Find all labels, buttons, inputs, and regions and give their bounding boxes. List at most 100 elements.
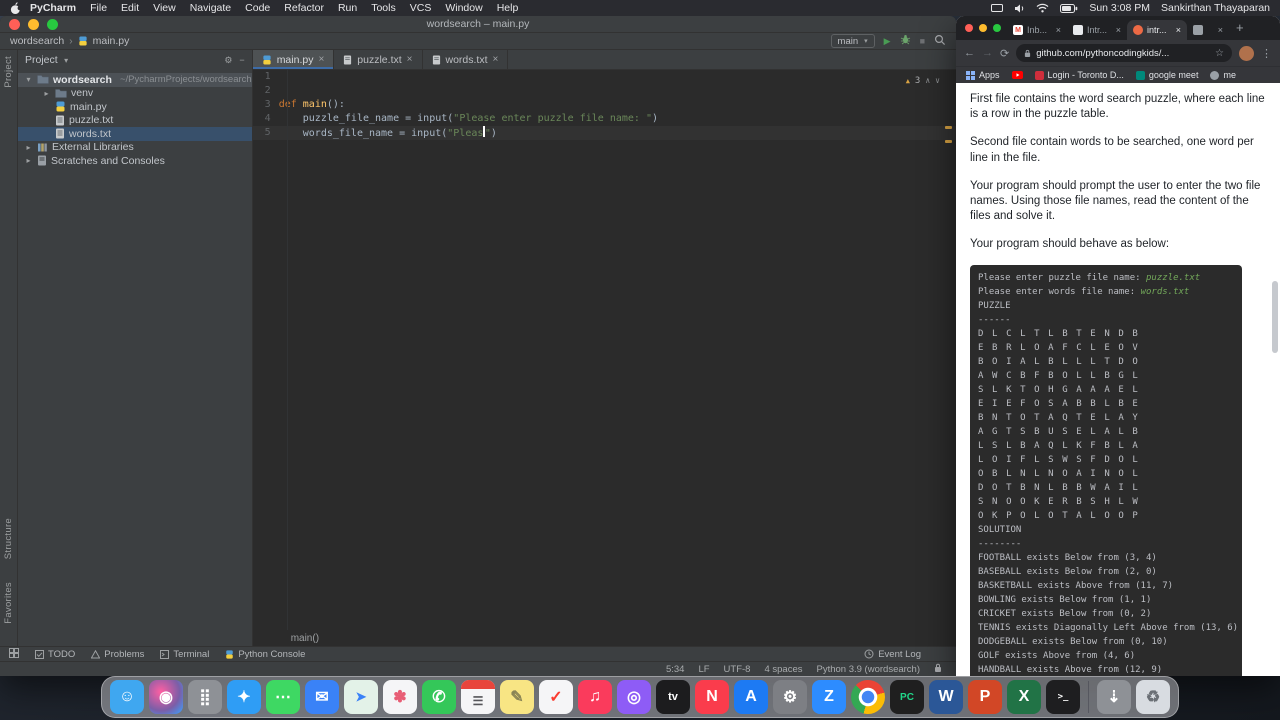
close-tab-icon[interactable]: × xyxy=(1056,25,1061,35)
breadcrumb-project[interactable]: wordsearch xyxy=(10,35,64,47)
close-window-button[interactable] xyxy=(965,24,973,32)
menubar-clock[interactable]: Sun 3:08 PM xyxy=(1089,2,1150,14)
caret-position[interactable]: 5:34 xyxy=(666,664,685,675)
tool-window-switcher-icon[interactable] xyxy=(9,647,19,661)
dock-icon-mail[interactable]: ✉ xyxy=(305,680,339,714)
address-bar[interactable]: github.com/pythoncodingkids/... ☆ xyxy=(1016,44,1232,62)
close-tab-icon[interactable]: × xyxy=(1116,25,1121,35)
page-content[interactable]: First file contains the word search puzz… xyxy=(956,83,1280,676)
run-button[interactable]: ▶ xyxy=(884,36,891,47)
browser-tab-2[interactable]: Intr... × xyxy=(1067,20,1127,40)
wifi-icon[interactable] xyxy=(1036,3,1049,13)
editor-tab-words-txt[interactable]: words.txt × xyxy=(423,50,509,69)
menubar-menu-item[interactable]: Code xyxy=(238,2,277,14)
close-tab-icon[interactable]: × xyxy=(493,54,499,65)
forward-button[interactable]: → xyxy=(982,47,993,59)
dock-icon-reminders[interactable]: ✓ xyxy=(539,680,573,714)
python-interpreter[interactable]: Python 3.9 (wordsearch) xyxy=(817,664,921,675)
dock-icon-finder[interactable]: ☺ xyxy=(110,680,144,714)
dock-icon-calendar[interactable]: ☰ xyxy=(461,680,495,714)
tree-item-external-libraries[interactable]: ▸ External Libraries xyxy=(18,141,252,155)
lock-icon[interactable] xyxy=(934,663,942,676)
close-tab-icon[interactable]: × xyxy=(1176,25,1181,35)
project-panel-title[interactable]: Project xyxy=(25,54,58,66)
dock-icon-messages[interactable]: ⋯ xyxy=(266,680,300,714)
dock-icon-photos[interactable]: ✽ xyxy=(383,680,417,714)
pycharm-titlebar[interactable]: wordsearch – main.py xyxy=(0,16,956,33)
dock-icon-pycharm[interactable]: PC xyxy=(890,680,924,714)
battery-icon[interactable] xyxy=(1060,3,1078,13)
breadcrumb-file[interactable]: main.py xyxy=(93,35,130,47)
dock-icon-news[interactable]: N xyxy=(695,680,729,714)
search-everywhere-button[interactable] xyxy=(934,34,946,49)
dock-icon-tv[interactable]: tv xyxy=(656,680,690,714)
tool-button-todo[interactable]: TODO xyxy=(35,649,75,660)
close-tab-icon[interactable]: × xyxy=(318,54,324,65)
tree-item-puzzle-txt[interactable]: puzzle.txt xyxy=(18,114,252,128)
bookmark-apps[interactable]: Apps xyxy=(966,70,1000,80)
display-icon[interactable] xyxy=(991,3,1004,13)
caret-down-icon[interactable]: ▾ xyxy=(62,56,71,65)
file-encoding[interactable]: UTF-8 xyxy=(724,664,751,675)
dock-icon-launchpad[interactable]: ⣿ xyxy=(188,680,222,714)
menubar-menu-item[interactable]: Refactor xyxy=(277,2,331,14)
hide-panel-icon[interactable]: − xyxy=(239,55,244,66)
fullscreen-window-button[interactable] xyxy=(993,24,1001,32)
browser-tab-active[interactable]: intr... × xyxy=(1127,20,1187,40)
profile-avatar[interactable] xyxy=(1239,45,1254,61)
dock-icon-safari[interactable]: ✦ xyxy=(227,680,261,714)
menubar-menu-item[interactable]: PyCharm xyxy=(23,2,83,14)
dock-icon-downloads[interactable]: ⇣ xyxy=(1097,680,1131,714)
tree-item-venv[interactable]: ▸ venv xyxy=(18,87,252,101)
reload-button[interactable]: ⟳ xyxy=(1000,47,1009,60)
run-configuration-selector[interactable]: main ▾ xyxy=(830,34,875,48)
menubar-menu-item[interactable]: Help xyxy=(490,2,526,14)
indent-style[interactable]: 4 spaces xyxy=(764,664,802,675)
menubar-menu-item[interactable]: Navigate xyxy=(183,2,238,14)
scrollbar-thumb[interactable] xyxy=(1272,281,1278,353)
new-tab-button[interactable]: + xyxy=(1236,20,1244,35)
menubar-user-name[interactable]: Sankirthan Thayaparan xyxy=(1161,2,1270,14)
close-window-button[interactable] xyxy=(9,18,20,30)
menubar-menu-item[interactable]: VCS xyxy=(403,2,439,14)
dock-icon-word[interactable]: W xyxy=(929,680,963,714)
browser-tab-4[interactable]: × xyxy=(1187,20,1229,40)
editor-tab-puzzle-txt[interactable]: puzzle.txt × xyxy=(334,50,423,69)
tree-item-scratches[interactable]: ▸ Scratches and Consoles xyxy=(18,154,252,168)
tool-button-problems[interactable]: Problems xyxy=(91,649,144,660)
caret-right-icon[interactable]: ▸ xyxy=(24,156,33,165)
menubar-menu-item[interactable]: Window xyxy=(438,2,489,14)
volume-icon[interactable] xyxy=(1014,4,1025,13)
browser-tab-inbox[interactable]: M Inb... × xyxy=(1007,20,1067,40)
apple-menu-icon[interactable] xyxy=(10,1,21,15)
bookmark-me[interactable]: me xyxy=(1210,70,1236,80)
minimize-window-button[interactable] xyxy=(28,18,39,30)
tool-button-terminal[interactable]: Terminal xyxy=(160,649,209,660)
dock-icon-zoom[interactable]: Z xyxy=(812,680,846,714)
close-tab-icon[interactable]: × xyxy=(1218,25,1223,35)
dock-icon-trash[interactable]: ♻ xyxy=(1136,680,1170,714)
bookmark-star-icon[interactable]: ☆ xyxy=(1215,48,1224,59)
dock-icon-terminal[interactable]: >_ xyxy=(1046,680,1080,714)
event-log-button[interactable]: Event Log xyxy=(864,649,921,660)
tree-item-words-txt[interactable]: words.txt xyxy=(18,127,252,141)
chrome-menu-icon[interactable]: ⋮ xyxy=(1261,47,1272,60)
caret-right-icon[interactable]: ▸ xyxy=(42,89,51,98)
menubar-menu-item[interactable]: Run xyxy=(331,2,364,14)
menubar-menu-item[interactable]: File xyxy=(83,2,114,14)
dock-icon-music[interactable]: ♫ xyxy=(578,680,612,714)
dock-icon-app-store[interactable]: A xyxy=(734,680,768,714)
bookmark-youtube[interactable] xyxy=(1011,71,1023,79)
gear-icon[interactable]: ⚙ xyxy=(224,55,232,66)
close-tab-icon[interactable]: × xyxy=(407,54,413,65)
stripe-tab-structure[interactable]: Structure xyxy=(3,518,14,559)
tree-item-wordsearch-root[interactable]: ▾ wordsearch ~/PycharmProjects/wordsearc… xyxy=(18,73,252,87)
dock-icon-excel[interactable]: X xyxy=(1007,680,1041,714)
line-separator[interactable]: LF xyxy=(698,664,709,675)
stripe-tab-favorites[interactable]: Favorites xyxy=(3,582,14,624)
back-button[interactable]: ← xyxy=(964,47,975,59)
dock-icon-settings[interactable]: ⚙ xyxy=(773,680,807,714)
dock-icon-maps[interactable]: ➤ xyxy=(344,680,378,714)
warning-stripe-mark[interactable] xyxy=(945,140,952,143)
dock-icon-podcasts[interactable]: ◎ xyxy=(617,680,651,714)
